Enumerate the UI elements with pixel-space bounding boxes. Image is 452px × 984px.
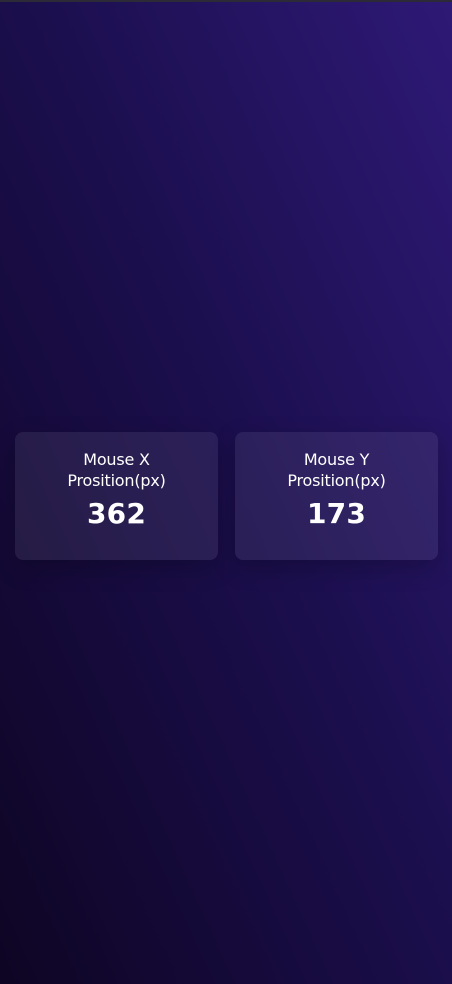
mouse-y-value: 173 — [306, 497, 367, 530]
mouse-y-card: Mouse Y Prosition(px) 173 — [235, 432, 438, 560]
mouse-x-label: Mouse X Prosition(px) — [67, 450, 166, 490]
top-divider — [0, 0, 452, 2]
mouse-y-label: Mouse Y Prosition(px) — [287, 450, 386, 490]
mouse-x-card: Mouse X Prosition(px) 362 — [15, 432, 218, 560]
mouse-position-cards: Mouse X Prosition(px) 362 Mouse Y Prosit… — [15, 432, 438, 560]
mouse-x-value: 362 — [86, 497, 147, 530]
